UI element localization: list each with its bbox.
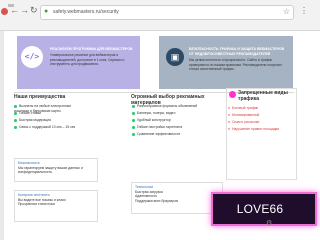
cross-icon: × [228, 120, 230, 124]
address-bar: ← → ↻ ● safety.webmasters.ru/security ☆ … [0, 0, 320, 31]
bullet-icon [132, 125, 135, 129]
overlay-label: LOVE66 [236, 202, 284, 216]
sidebar-strip [0, 31, 4, 240]
list-item: Удобный конструктор [132, 118, 207, 125]
bullet-icon [132, 111, 135, 115]
list-item: × Нарушение правил площадки [228, 127, 280, 131]
fairness-box: Контроль честности Вы видите все показы … [14, 190, 98, 222]
cross-icon: × [228, 106, 230, 110]
list-item: Связь с поддержкой 10 сек – 15 сек [14, 125, 84, 132]
bullet-icon [14, 125, 17, 129]
feature-card-left: </> РЕАЛИЗУЕМ ПРОГРАММЫ ДЛЯ ВЕБМАСТЕРОВ … [17, 36, 140, 89]
list-item: Баннеры, тизеры, видео [132, 111, 207, 118]
list-item: × Спам и рассылки [228, 120, 260, 124]
bullet-icon [14, 104, 17, 108]
cross-icon: × [228, 113, 230, 117]
browser-screen: ← → ↻ ● safety.webmasters.ru/security ☆ … [0, 0, 320, 240]
bookmark-icon[interactable]: ☆ [283, 7, 290, 16]
card-title: РЕАЛИЗУЕМ ПРОГРАММЫ ДЛЯ ВЕБМАСТЕРОВ [50, 47, 133, 51]
forward-icon[interactable]: → [20, 6, 29, 15]
bullet-icon [132, 118, 135, 122]
reload-icon[interactable]: ↻ [30, 6, 39, 15]
security-box: Безопасность Мы гарантируем защиту ваших… [14, 158, 98, 182]
lock-icon: ● [44, 8, 49, 15]
browser-menu-icon[interactable]: ⋮ [300, 6, 308, 15]
bullet-icon [14, 118, 17, 122]
list-item: Быстрая модерация [14, 118, 84, 125]
bullet-icon [14, 111, 17, 115]
list-item: Выплаты на любые электронные кошельки и … [14, 104, 72, 113]
code-icon: </> [21, 46, 43, 68]
list-item: Сравнение эффективности [132, 132, 207, 139]
security-icon: ▣ [166, 48, 184, 66]
tab-close-icon[interactable] [1, 8, 8, 15]
list-item: × Ботовый трафик [228, 106, 258, 110]
list-item: × Мотивированный [228, 113, 260, 117]
list-item: Гибкие настройки таргетинга [132, 125, 207, 132]
bullet-icon [132, 132, 135, 136]
cross-icon: × [228, 127, 230, 131]
tech-box: Технологии Быстрая загрузка Адаптивность… [131, 182, 223, 214]
materials-list: Разнообразные форматы объявлений Баннеры… [132, 95, 207, 139]
advantages-list: Выплаты на любые электронные кошельки и … [14, 95, 84, 132]
tech-line: Поддержка всех браузеров [135, 198, 178, 203]
security-text: Мы гарантируем защиту ваших данных и кон… [18, 165, 83, 175]
card-text: Универсальное решение для вебмастеров и … [50, 53, 125, 66]
bullet-icon [132, 104, 135, 108]
feature-card-right: ▣ БЕЗОПАСНОСТЬ ТРАФИКА И ЗАЩИТА ВЕБМАСТЕ… [159, 36, 293, 89]
url-text: safety.webmasters.ru/security [53, 9, 119, 15]
back-icon[interactable]: ← [10, 6, 19, 15]
forbidden-traffic-list: × Ботовый трафик × Мотивированный × Спам и … [228, 95, 298, 134]
list-item: Разнообразные форматы объявлений [132, 104, 207, 111]
card-text: Мы ценим честность и прозрачность. Сайты… [189, 58, 282, 71]
url-field[interactable]: ● safety.webmasters.ru/security ☆ [40, 5, 294, 20]
settings-gear-icon[interactable]: ⚙ [266, 220, 274, 228]
fairness-line: Прозрачная статистика [18, 202, 55, 206]
card-title: БЕЗОПАСНОСТЬ ТРАФИКА И ЗАЩИТА ВЕБМАСТЕРО… [189, 47, 285, 56]
